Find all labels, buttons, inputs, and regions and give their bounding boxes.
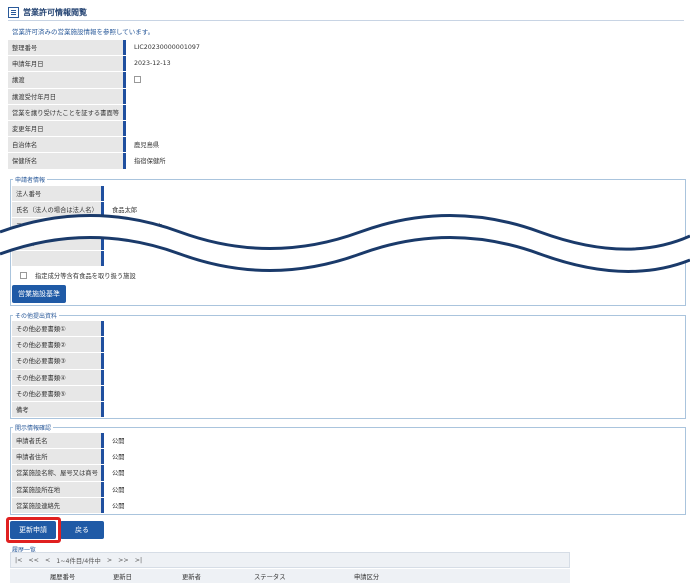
field-label: 保健所名 (8, 153, 126, 169)
field-label: 譲渡 (8, 72, 126, 88)
pager-first[interactable]: |< (15, 557, 22, 564)
section-legend: 開示情報確認 (13, 423, 54, 432)
field-value: 公開 (112, 438, 125, 446)
document-icon (8, 7, 19, 18)
field-label: 営業施設所在地 (12, 481, 104, 497)
column-header: 更新日 (113, 573, 132, 581)
facility-standard-button[interactable]: 営業施設基準 (12, 285, 66, 303)
screenshot-break-wave (0, 214, 690, 273)
form-row: 保健所名 指宿保健所 (8, 153, 684, 170)
designated-ingredient-label: 指定成分等含有食品を取り扱う施設 (35, 273, 136, 280)
form-row: その他必要書類④ (12, 369, 685, 386)
field-label: その他必要書類② (12, 337, 104, 353)
form-row: 申請者氏名 公開 (12, 433, 685, 450)
section-legend: 申請者情報 (13, 175, 48, 184)
field-label: その他必要書類④ (12, 369, 104, 385)
page-header: 営業許可情報閲覧 (8, 5, 684, 21)
field-value (104, 186, 112, 201)
basic-info-table: 整理番号 LIC20230000001097 申請年月日 2023-12-13 譲渡… (8, 40, 684, 170)
form-row: 自治体名 鹿児島県 (8, 137, 684, 154)
field-label: 申請年月日 (8, 56, 126, 72)
pager-prev[interactable]: < (45, 557, 50, 564)
form-row: 営業を譲り受けたことを証する書面等 (8, 104, 684, 121)
transfer-checkbox[interactable] (134, 76, 141, 84)
form-row: 申請年月日 2023-12-13 (8, 56, 684, 73)
pager-next[interactable]: > (107, 557, 112, 564)
form-row: その他必要書類② (12, 337, 685, 354)
history-table-header: 履歴番号 更新日 更新者 ステータス 申請区分 (10, 569, 570, 583)
field-label: 営業を譲り受けたことを証する書面等 (8, 104, 126, 120)
highlight-annotation (6, 517, 61, 543)
field-label: 変更年月日 (8, 120, 126, 137)
form-row: 営業施設連絡先 公開 (12, 497, 685, 514)
field-value (126, 105, 134, 120)
field-label: その他必要書類③ (12, 353, 104, 369)
field-value: 2023-12-13 (134, 60, 171, 68)
page-description: 営業許可済みの営業施設情報を参照しています。 (12, 28, 155, 36)
field-label: 申請者住所 (12, 449, 104, 465)
form-row: 申請者住所 公開 (12, 449, 685, 466)
field-label: その他必要書類⑤ (12, 385, 104, 401)
page-title: 営業許可情報閲覧 (23, 8, 87, 17)
field-label: その他必要書類① (12, 321, 104, 337)
pager-next-block[interactable]: >> (118, 557, 129, 564)
field-value: 指宿保健所 (134, 158, 166, 166)
section-legend: その他提出資料 (13, 311, 60, 320)
history-pager: |< << < 1~4件目/4件中 > >> >| (10, 552, 570, 568)
form-row: 譲渡受付年月日 (8, 88, 684, 105)
field-value: 公開 (112, 470, 125, 478)
disclosure-section: 開示情報確認 申請者氏名 公開 申請者住所 公開 営業施設名称、屋号又は商号 公開 営… (10, 423, 686, 515)
form-row: 備考 (12, 401, 685, 419)
form-row: 営業施設名称、屋号又は商号 公開 (12, 465, 685, 482)
field-value: 鹿児島県 (134, 142, 160, 150)
field-label: 営業施設連絡先 (12, 497, 104, 513)
field-label: 自治体名 (8, 137, 126, 153)
field-label: 法人番号 (12, 186, 104, 202)
designated-ingredient-option: 指定成分等含有食品を取り扱う施設 (20, 271, 136, 280)
column-header: 履歴番号 (50, 573, 76, 581)
column-header: ステータス (254, 573, 286, 581)
column-header: 申請区分 (354, 573, 380, 581)
other-documents-section: その他提出資料 その他必要書類① その他必要書類② その他必要書類③ その他必要… (10, 311, 686, 419)
form-row: その他必要書類③ (12, 353, 685, 370)
field-label: 営業施設名称、屋号又は商号 (12, 465, 104, 481)
field-label: 整理番号 (8, 40, 126, 56)
field-label: 備考 (12, 401, 104, 418)
field-label: 申請者氏名 (12, 433, 104, 449)
field-label: 譲渡受付年月日 (8, 88, 126, 104)
designated-ingredient-checkbox[interactable] (20, 272, 27, 279)
field-value (126, 121, 134, 136)
pager-last[interactable]: >| (135, 557, 142, 564)
pager-prev-block[interactable]: << (28, 557, 39, 564)
field-value: LIC20230000001097 (134, 44, 200, 52)
column-header: 更新者 (182, 573, 201, 581)
form-row: 譲渡 (8, 72, 684, 89)
form-row: 整理番号 LIC20230000001097 (8, 40, 684, 57)
field-value: 公開 (112, 454, 125, 462)
field-value: 公開 (112, 502, 125, 510)
form-row: その他必要書類⑤ (12, 385, 685, 402)
form-row: その他必要書類① (12, 321, 685, 338)
form-row: 営業施設所在地 公開 (12, 481, 685, 498)
back-button[interactable]: 戻る (60, 521, 104, 539)
pager-summary: 1~4件目/4件中 (56, 557, 101, 565)
field-value (126, 89, 134, 104)
field-value: 公開 (112, 486, 125, 494)
form-row: 変更年月日 (8, 120, 684, 138)
